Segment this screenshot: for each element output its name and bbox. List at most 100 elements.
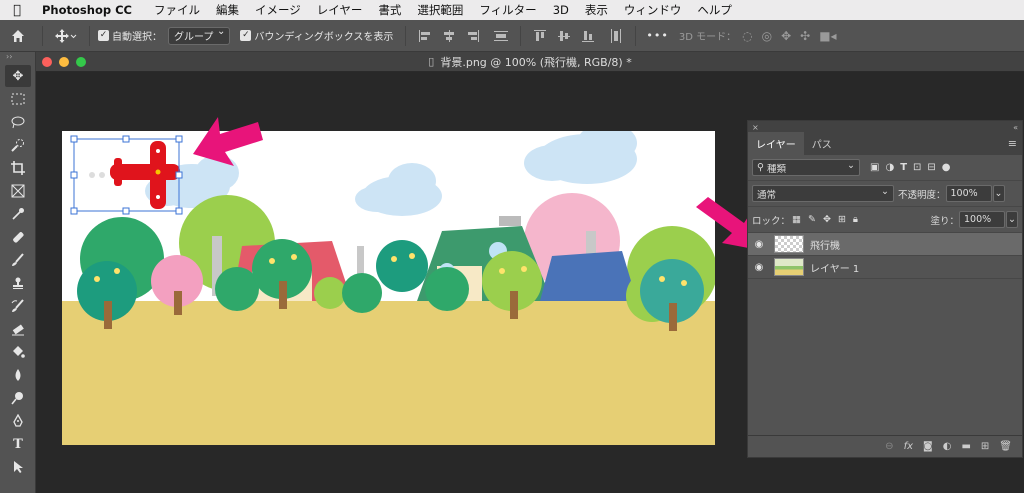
panel-grip[interactable]: ›› (0, 52, 35, 64)
blur-tool-icon[interactable] (5, 364, 31, 386)
filter-type-icon[interactable]: T (900, 162, 907, 173)
menu-window[interactable]: ウィンドウ (616, 2, 690, 18)
menu-image[interactable]: イメージ (247, 2, 309, 18)
history-brush-tool-icon[interactable] (5, 295, 31, 317)
lock-transparent-icon[interactable]: ▦ (792, 214, 801, 225)
quick-select-tool-icon[interactable] (5, 134, 31, 156)
collapse-panel-icon[interactable]: « (1013, 123, 1018, 132)
close-window-icon[interactable] (42, 57, 52, 67)
3d-camera-icon[interactable]: ■◂ (819, 29, 836, 43)
app-menu[interactable]: Photoshop CC (34, 3, 146, 17)
show-bbox-checkbox[interactable]: ✓ バウンディングボックスを表示 (240, 25, 393, 47)
separator (42, 25, 43, 46)
path-select-tool-icon[interactable] (5, 456, 31, 478)
move-tool-icon[interactable]: ✥ (5, 65, 31, 87)
3d-pan-icon[interactable]: ✥ (781, 29, 791, 43)
menu-edit[interactable]: 編集 (208, 2, 247, 18)
tab-layers[interactable]: レイヤー (748, 132, 804, 155)
paint-bucket-tool-icon[interactable] (5, 341, 31, 363)
stamp-tool-icon[interactable] (5, 272, 31, 294)
filter-pixel-icon[interactable]: ▣ (870, 162, 879, 173)
align-hcenter-icon[interactable] (442, 29, 456, 43)
frame-tool-icon[interactable] (5, 180, 31, 202)
filter-kind-dropdown[interactable]: ⚲ 種類 ⌄ (752, 159, 860, 176)
link-icon[interactable]: ⊖ (885, 441, 893, 452)
blend-mode-dropdown[interactable]: 通常 ⌄ (752, 185, 894, 202)
3d-tools: ◌ ◎ ✥ ✣ ■◂ (742, 29, 836, 43)
align-vcenter-icon[interactable] (557, 29, 571, 43)
filter-shape-icon[interactable]: ⊡ (913, 162, 921, 173)
layer-row[interactable]: ◉ 飛行機 (748, 233, 1022, 256)
3d-slide-icon[interactable]: ✣ (800, 29, 810, 43)
lasso-tool-icon[interactable] (5, 111, 31, 133)
home-icon[interactable] (0, 25, 36, 47)
align-left-icon[interactable] (418, 29, 432, 43)
lock-artboard-icon[interactable]: ⊞ (838, 214, 846, 225)
tab-paths[interactable]: パス (804, 132, 840, 155)
layer-name[interactable]: 飛行機 (810, 237, 840, 252)
lock-all-icon[interactable]: 🔒︎ (853, 214, 858, 225)
menu-filter[interactable]: フィルター (471, 2, 544, 18)
panel-footer: ⊖ fx ◙ ◐ ▬ ⊞ 🗑︎ (748, 435, 1022, 457)
mask-icon[interactable]: ◙ (923, 441, 933, 452)
minimize-window-icon[interactable] (59, 57, 69, 67)
menu-3d[interactable]: 3D (545, 3, 577, 17)
auto-select-checkbox[interactable]: ✓ 自動選択： (98, 25, 162, 47)
close-panel-icon[interactable]: × (752, 123, 759, 132)
folder-icon[interactable]: ▬ (961, 441, 970, 452)
valign-buttons (533, 28, 623, 43)
3d-roll-icon[interactable]: ◎ (762, 29, 772, 43)
fill-value: 100% (964, 214, 992, 225)
document-canvas[interactable] (62, 131, 715, 445)
apple-icon[interactable]:  (0, 3, 34, 18)
layer-row[interactable]: ◉ レイヤー 1 (748, 256, 1022, 279)
menu-view[interactable]: 表示 (577, 2, 616, 18)
3d-orbit-icon[interactable]: ◌ (742, 29, 752, 43)
filter-adjustment-icon[interactable]: ◑ (885, 162, 894, 173)
menu-type[interactable]: 書式 (370, 2, 409, 18)
distribute-v-icon[interactable] (609, 28, 623, 43)
opacity-input[interactable]: 100% (945, 185, 992, 202)
blend-row: 通常 ⌄ 不透明度： 100% ⌄ (748, 181, 1022, 207)
lock-image-icon[interactable]: ✎ (808, 214, 816, 225)
options-bar: ✓ 自動選択： グループ ✓ バウンディングボックスを表示 ••• 3D モード… (0, 20, 1024, 52)
more-options-button[interactable]: ••• (646, 29, 668, 42)
menu-layer[interactable]: レイヤー (309, 2, 371, 18)
filter-toggle-icon[interactable]: ● (942, 162, 951, 173)
align-right-icon[interactable] (466, 29, 480, 43)
eyedropper-tool-icon[interactable] (5, 203, 31, 225)
fill-input[interactable]: 100% (959, 211, 1005, 228)
pen-tool-icon[interactable] (5, 410, 31, 432)
lock-position-icon[interactable]: ✥ (823, 214, 831, 225)
new-layer-icon[interactable]: ⊞ (981, 441, 989, 452)
type-tool-icon[interactable]: T (5, 433, 31, 455)
adjustment-icon[interactable]: ◐ (943, 441, 952, 452)
fx-icon[interactable]: fx (904, 441, 913, 452)
opacity-slider-button[interactable]: ⌄ (992, 185, 1005, 202)
layer-name[interactable]: レイヤー 1 (810, 260, 859, 275)
filter-smart-object-icon[interactable]: ⊟ (927, 162, 935, 173)
eye-icon[interactable]: ◉ (748, 239, 770, 250)
healing-brush-tool-icon[interactable] (5, 226, 31, 248)
zoom-window-icon[interactable] (76, 57, 86, 67)
marquee-tool-icon[interactable] (5, 88, 31, 110)
brush-tool-icon[interactable] (5, 249, 31, 271)
menu-file[interactable]: ファイル (146, 2, 208, 18)
move-tool-preset-icon[interactable] (49, 25, 83, 47)
menu-select[interactable]: 選択範囲 (409, 2, 471, 18)
dodge-tool-icon[interactable] (5, 387, 31, 409)
auto-select-dropdown[interactable]: グループ (168, 26, 231, 45)
align-top-icon[interactable] (533, 29, 547, 43)
checkmark-icon: ✓ (98, 30, 109, 41)
filter-row: ⚲ 種類 ⌄ ▣ ◑ T ⊡ ⊟ ● (748, 155, 1022, 181)
eye-icon[interactable]: ◉ (748, 262, 770, 273)
menu-help[interactable]: ヘルプ (689, 2, 740, 18)
crop-tool-icon[interactable] (5, 157, 31, 179)
distribute-icon[interactable] (494, 29, 509, 43)
trash-icon[interactable]: 🗑︎ (999, 441, 1012, 452)
align-bottom-icon[interactable] (581, 29, 595, 43)
panel-menu-icon[interactable]: ≡ (1008, 137, 1017, 150)
fill-slider-button[interactable]: ⌄ (1006, 211, 1018, 228)
eraser-tool-icon[interactable] (5, 318, 31, 340)
show-bbox-label: バウンディングボックスを表示 (254, 32, 394, 43)
